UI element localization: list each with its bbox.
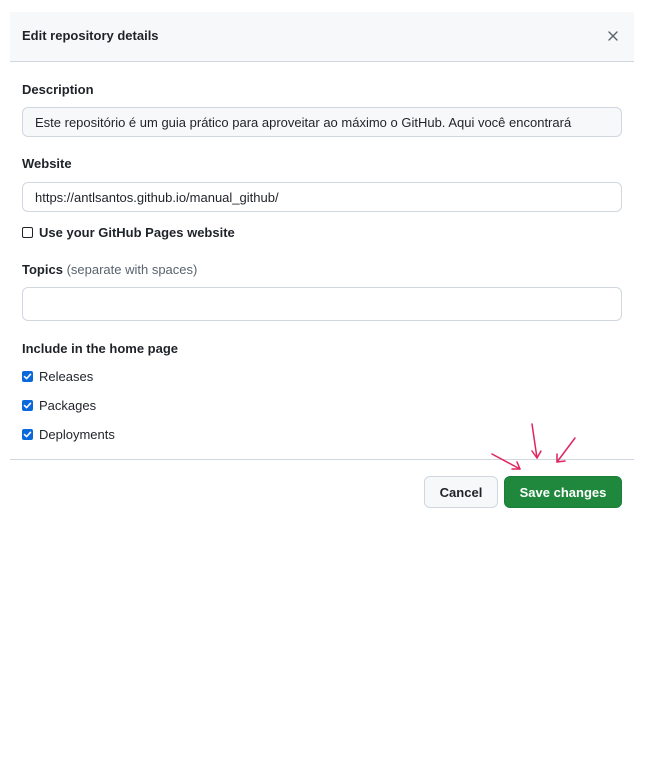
website-value: https://antlsantos.github.io/manual_gith… <box>35 189 279 205</box>
dialog-header: Edit repository details <box>10 12 634 62</box>
releases-label: Releases <box>39 369 94 384</box>
deployments-checkbox-row[interactable]: Deployments <box>22 427 115 442</box>
edit-repository-dialog: Edit repository details Description Este… <box>10 12 634 512</box>
description-input[interactable]: Este repositório é um guia prático para … <box>22 107 622 137</box>
deployments-checkbox[interactable] <box>22 429 33 440</box>
releases-checkbox[interactable] <box>22 371 33 382</box>
packages-checkbox[interactable] <box>22 400 33 411</box>
close-button[interactable] <box>602 25 624 47</box>
dialog-title: Edit repository details <box>22 28 159 43</box>
topics-hint: (separate with spaces) <box>66 262 198 277</box>
deployments-label: Deployments <box>39 427 115 442</box>
annotation-arrows-icon <box>491 423 576 470</box>
website-label: Website <box>22 156 72 171</box>
website-input[interactable]: https://antlsantos.github.io/manual_gith… <box>22 182 622 212</box>
topics-label: Topics (separate with spaces) <box>22 262 197 277</box>
topics-label-text: Topics <box>22 262 63 277</box>
github-pages-checkbox[interactable] <box>22 227 33 238</box>
cancel-button[interactable]: Cancel <box>424 476 498 508</box>
close-icon <box>608 31 618 41</box>
checkmark-icon <box>23 373 32 380</box>
description-value: Este repositório é um guia prático para … <box>35 114 572 130</box>
home-page-label: Include in the home page <box>22 341 179 356</box>
checkmark-icon <box>23 402 32 409</box>
github-pages-checkbox-label: Use your GitHub Pages website <box>39 225 235 240</box>
save-changes-button[interactable]: Save changes <box>504 476 622 508</box>
packages-checkbox-row[interactable]: Packages <box>22 398 96 413</box>
packages-label: Packages <box>39 398 97 413</box>
releases-checkbox-row[interactable]: Releases <box>22 369 93 384</box>
footer-divider <box>10 459 634 460</box>
checkmark-icon <box>23 431 32 438</box>
description-label: Description <box>22 82 94 97</box>
topics-input[interactable] <box>22 287 622 321</box>
github-pages-checkbox-row[interactable]: Use your GitHub Pages website <box>22 225 235 240</box>
